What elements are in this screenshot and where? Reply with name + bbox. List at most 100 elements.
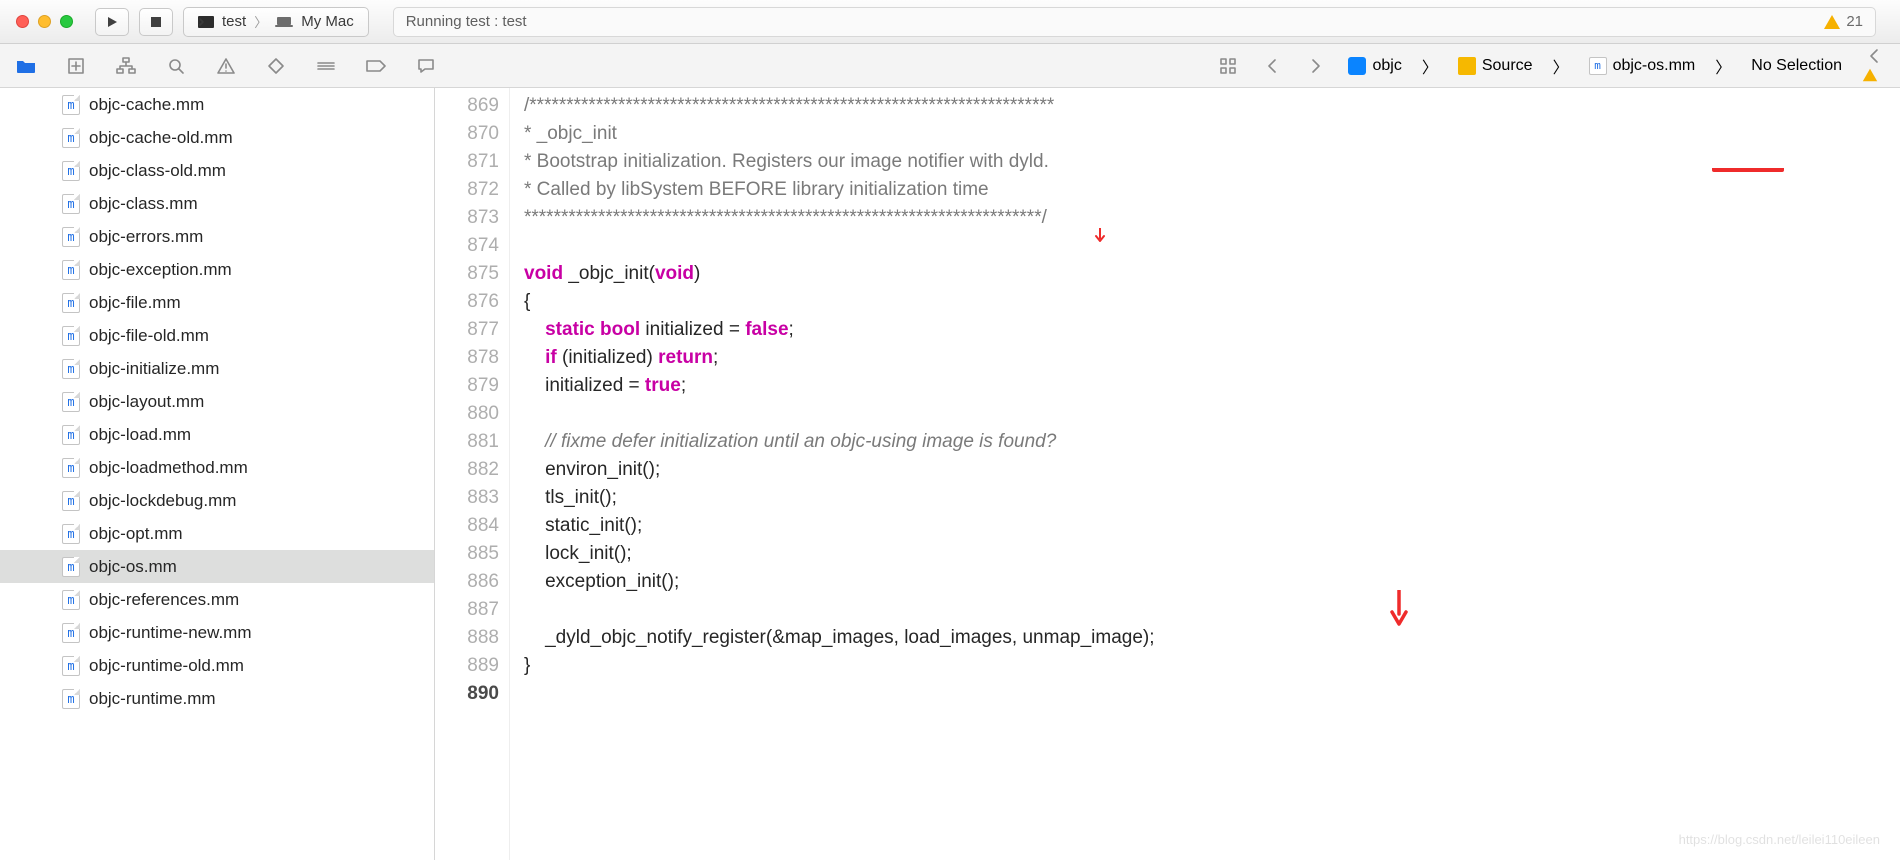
file-row[interactable]: mobjc-cache-old.mm [0, 121, 434, 154]
file-name-label: objc-cache.mm [89, 95, 204, 115]
file-row[interactable]: m objc-exception.mm [0, 253, 434, 286]
file-row[interactable]: m objc-lockdebug.mm [0, 484, 434, 517]
project-navigator[interactable]: mobjc-cache.mmmobjc-cache-old.mmmobjc-cl… [0, 88, 435, 860]
activity-viewer[interactable]: Running test : test 21 [393, 7, 1876, 37]
file-name-label: objc-file.mm [89, 293, 181, 313]
file-row[interactable]: m objc-cache.mm [0, 88, 434, 121]
file-type-icon: m [62, 689, 80, 709]
file-row[interactable]: m objc-runtime.mm [0, 682, 434, 715]
file-row[interactable]: mobjc-load.mm [0, 418, 434, 451]
scheme-name: test [222, 13, 246, 30]
file-name-label: objc-initialize.mm [89, 359, 219, 379]
file-name-label: objc-file-old.mm [89, 326, 209, 346]
search-icon [167, 57, 185, 75]
file-name-label: objc-class.mm [89, 194, 198, 214]
scm-icon [67, 57, 85, 75]
source-control-navigator-tab[interactable] [64, 54, 88, 78]
test-navigator-tab[interactable] [264, 54, 288, 78]
find-navigator-tab[interactable] [164, 54, 188, 78]
file-name-label: objc-references.mm [89, 590, 239, 610]
breakpoint-icon [366, 59, 386, 73]
file-type-icon: m [62, 161, 80, 181]
file-row[interactable]: mobjc-opt.mm [0, 517, 434, 550]
breakpoint-navigator-tab[interactable] [364, 54, 388, 78]
file-name-label: objc-lockdebug.mm [89, 491, 236, 511]
window-traffic-lights [16, 15, 73, 28]
chevron-right-icon: 〉 [254, 12, 267, 31]
file-row[interactable]: mobjc-loadmethod.mm [0, 451, 434, 484]
file-type-icon: m [62, 656, 80, 676]
nav-back-secondary[interactable] [1862, 44, 1886, 68]
nav-forward-button[interactable] [1304, 54, 1328, 78]
breadcrumb-file[interactable]: m objc-os.mm [1589, 57, 1696, 75]
file-name-label: objc-layout.mm [89, 392, 204, 412]
diamond-icon [267, 57, 285, 75]
debug-navigator-tab[interactable] [314, 54, 338, 78]
file-name-label: objc-class-old.mm [89, 161, 226, 181]
file-name-label: objc-errors.mm [89, 227, 203, 247]
project-navigator-tab[interactable] [14, 54, 38, 78]
source-editor[interactable]: 8698708718728738748758768778788798808818… [435, 88, 1900, 860]
folder-icon [16, 58, 36, 74]
jumpbar-related-items[interactable] [1216, 54, 1240, 78]
breadcrumb-label: No Selection [1751, 57, 1842, 75]
file-row[interactable]: mobjc-os.mm [0, 550, 434, 583]
file-name-label: objc-exception.mm [89, 260, 232, 280]
file-type-icon: m [62, 128, 80, 148]
file-name-label: objc-runtime-old.mm [89, 656, 244, 676]
breadcrumb-label: objc [1372, 57, 1401, 75]
play-icon [105, 15, 119, 29]
minimize-window-button[interactable] [38, 15, 51, 28]
file-type-icon: m [62, 491, 80, 511]
hierarchy-icon [116, 57, 136, 75]
file-row[interactable]: mobjc-class.mm [0, 187, 434, 220]
warning-count: 21 [1846, 13, 1863, 30]
main-split: mobjc-cache.mmmobjc-cache-old.mmmobjc-cl… [0, 88, 1900, 860]
gauge-icon [316, 59, 336, 73]
file-name-label: objc-opt.mm [89, 524, 183, 544]
issue-navigator-tab[interactable] [214, 54, 238, 78]
file-type-icon: m [62, 260, 80, 280]
grid-icon [1219, 57, 1237, 75]
stop-icon [150, 16, 162, 28]
chevron-right-icon: 〉 [1422, 54, 1438, 78]
report-navigator-tab[interactable] [414, 54, 438, 78]
code-text[interactable]: /***************************************… [510, 88, 1900, 860]
file-type-icon: m [1589, 57, 1607, 75]
line-number-gutter: 8698708718728738748758768778788798808818… [435, 88, 510, 860]
breadcrumb-selection[interactable]: No Selection [1751, 57, 1842, 75]
file-row[interactable]: mobjc-errors.mm [0, 220, 434, 253]
folder-icon [1458, 57, 1476, 75]
file-type-icon: m [62, 95, 80, 115]
file-row[interactable]: mobjc-initialize.mm [0, 352, 434, 385]
nav-back-button[interactable] [1260, 54, 1284, 78]
file-name-label: objc-load.mm [89, 425, 191, 445]
chevron-right-icon: 〉 [1715, 54, 1731, 78]
navigator-selector-bar: objc 〉 Source 〉 m objc-os.mm 〉 No Select… [0, 44, 1900, 88]
chevron-right-icon: 〉 [1553, 54, 1569, 78]
chevron-left-icon [1266, 57, 1278, 75]
zoom-window-button[interactable] [60, 15, 73, 28]
file-row[interactable]: mobjc-file-old.mm [0, 319, 434, 352]
breadcrumb-project[interactable]: objc [1348, 57, 1401, 75]
file-row[interactable]: mobjc-runtime-new.mm [0, 616, 434, 649]
editor-pane: 8698708718728738748758768778788798808818… [435, 88, 1900, 860]
file-name-label: objc-runtime.mm [89, 689, 216, 709]
warning-outline-icon [217, 57, 235, 75]
file-row[interactable]: m objc-runtime-old.mm [0, 649, 434, 682]
symbol-navigator-tab[interactable] [114, 54, 138, 78]
file-row[interactable]: mobjc-layout.mm [0, 385, 434, 418]
file-row[interactable]: mobjc-file.mm [0, 286, 434, 319]
activity-text: Running test : test [406, 13, 527, 30]
file-row[interactable]: m objc-class-old.mm [0, 154, 434, 187]
terminal-icon [198, 16, 214, 28]
breadcrumb-folder[interactable]: Source [1458, 57, 1533, 75]
stop-button[interactable] [139, 8, 173, 36]
file-name-label: objc-loadmethod.mm [89, 458, 248, 478]
run-button[interactable] [95, 8, 129, 36]
scheme-selector[interactable]: test 〉 My Mac [183, 7, 369, 37]
close-window-button[interactable] [16, 15, 29, 28]
warning-icon[interactable] [1863, 69, 1877, 82]
file-row[interactable]: m objc-references.mm [0, 583, 434, 616]
file-type-icon: m [62, 590, 80, 610]
